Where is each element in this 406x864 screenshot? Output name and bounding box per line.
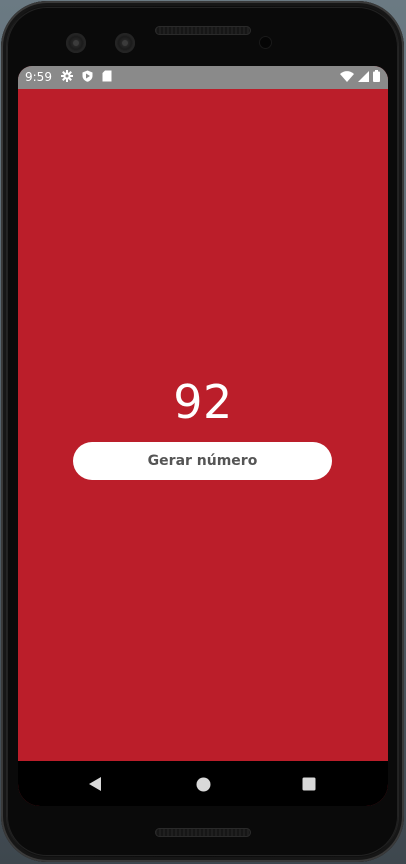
front-camera-secondary-icon	[115, 33, 135, 53]
recents-icon[interactable]	[298, 773, 320, 795]
signal-icon	[358, 70, 369, 85]
proximity-sensor	[259, 36, 272, 49]
generate-number-button[interactable]: Gerar número	[73, 442, 332, 480]
bottom-speaker	[155, 828, 251, 837]
status-bar: 9:59	[18, 66, 388, 89]
front-camera-icon	[66, 33, 86, 53]
back-icon[interactable]	[84, 773, 106, 795]
phone-screen: 9:59 92 Gerar número	[18, 66, 388, 806]
earpiece-speaker	[155, 26, 251, 35]
status-icons-right	[340, 70, 380, 85]
wifi-icon	[340, 70, 354, 85]
random-number-display: 92	[173, 375, 233, 429]
navigation-bar	[18, 761, 388, 806]
status-icons-left	[61, 70, 112, 85]
status-time: 9:59	[25, 70, 52, 84]
home-icon[interactable]	[192, 773, 214, 795]
sd-card-icon	[102, 70, 112, 85]
app-content: 92 Gerar número	[18, 89, 388, 761]
gear-icon	[61, 70, 73, 85]
battery-icon	[373, 70, 380, 85]
play-protect-icon	[82, 70, 93, 85]
